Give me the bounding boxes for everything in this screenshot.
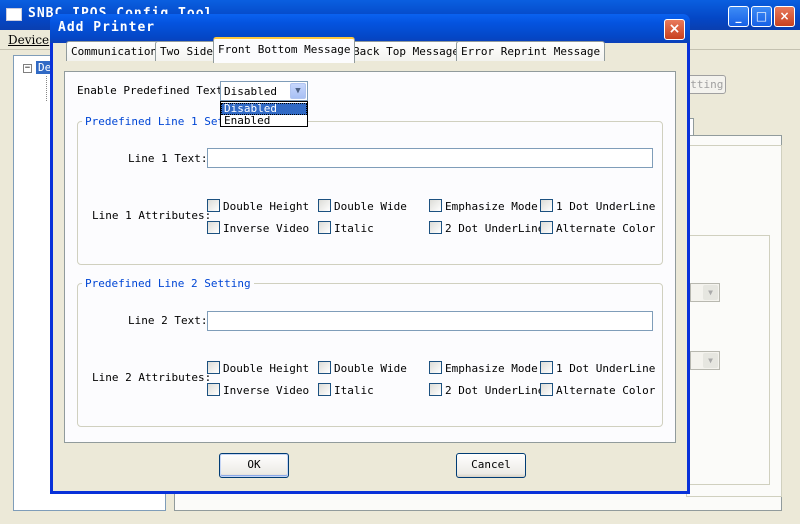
line1-emphasize-mode[interactable]: Emphasize Mode [429,199,538,213]
line1-1dot-underline[interactable]: 1 Dot UnderLine [540,199,655,213]
chevron-down-icon: ▼ [703,353,718,368]
line1-text-label: Line 1 Text: [128,152,208,165]
dialog-titlebar[interactable]: Add Printer × [50,14,690,43]
line1-inverse-video[interactable]: Inverse Video [207,221,309,235]
main-combo-2[interactable]: ▼ [690,351,720,370]
enable-predefined-label: Enable Predefined Text: [77,84,230,97]
dialog-close-button[interactable]: × [664,19,685,40]
line2-attributes-label: Line 2 Attributes: [92,371,212,384]
checkbox-icon[interactable] [540,361,553,374]
chevron-down-icon: ▼ [703,285,718,300]
line1-text-input[interactable] [207,148,653,168]
line2-emphasize-mode[interactable]: Emphasize Mode [429,361,538,375]
tab-two-side[interactable]: Two Side [155,41,218,61]
checkbox-icon[interactable] [429,361,442,374]
cancel-button[interactable]: Cancel [456,453,526,478]
app-icon [6,8,22,21]
line2-group [77,283,663,427]
checkbox-icon[interactable] [318,199,331,212]
enable-predefined-combo[interactable]: Disabled ▼ [220,81,308,101]
main-close-button[interactable]: × [774,6,795,27]
enable-predefined-dropdown: Disabled Enabled [220,101,308,127]
checkbox-icon[interactable] [318,221,331,234]
tree-collapse-icon[interactable]: − [23,64,32,73]
line1-2dot-underline[interactable]: 2 Dot UnderLine [429,221,544,235]
line2-italic[interactable]: Italic [318,383,374,397]
chevron-down-icon[interactable]: ▼ [290,83,306,99]
checkbox-icon[interactable] [429,383,442,396]
checkbox-icon[interactable] [540,199,553,212]
tab-back-top-message[interactable]: Back Top Message [348,41,464,61]
line2-text-input[interactable] [207,311,653,331]
dropdown-option-enabled[interactable]: Enabled [221,115,307,127]
line2-double-height[interactable]: Double Height [207,361,309,375]
tree-connector [46,76,47,101]
line2-2dot-underline[interactable]: 2 Dot UnderLine [429,383,544,397]
line1-double-height[interactable]: Double Height [207,199,309,213]
ok-button[interactable]: OK [219,453,289,478]
line1-double-wide[interactable]: Double Wide [318,199,407,213]
tab-front-bottom-message[interactable]: Front Bottom Message [213,37,356,63]
dialog-title: Add Printer [58,20,156,35]
main-combo-1[interactable]: ▼ [690,283,720,302]
checkbox-icon[interactable] [318,383,331,396]
tab-error-reprint-message[interactable]: Error Reprint Message [456,41,606,61]
line2-alternate-color[interactable]: Alternate Color [540,383,655,397]
checkbox-icon[interactable] [429,221,442,234]
minimize-button[interactable]: _ [728,6,749,27]
combo-value: Disabled [224,85,277,98]
checkbox-icon[interactable] [429,199,442,212]
line2-1dot-underline[interactable]: 1 Dot UnderLine [540,361,655,375]
checkbox-icon[interactable] [318,361,331,374]
line2-text-label: Line 2 Text: [128,314,208,327]
checkbox-icon[interactable] [540,221,553,234]
line1-group [77,121,663,265]
checkbox-icon[interactable] [207,199,220,212]
setting-button[interactable]: Setting [686,75,726,94]
line1-alternate-color[interactable]: Alternate Color [540,221,655,235]
menu-device[interactable]: Device [8,33,49,47]
line2-group-title: Predefined Line 2 Setting [82,277,254,290]
line2-inverse-video[interactable]: Inverse Video [207,383,309,397]
line2-double-wide[interactable]: Double Wide [318,361,407,375]
checkbox-icon[interactable] [207,221,220,234]
tab-communication[interactable]: Communication [66,41,163,61]
checkbox-icon[interactable] [207,361,220,374]
checkbox-icon[interactable] [540,383,553,396]
maximize-button[interactable]: □ [751,6,772,27]
line1-attributes-label: Line 1 Attributes: [92,209,212,222]
checkbox-icon[interactable] [207,383,220,396]
line1-italic[interactable]: Italic [318,221,374,235]
